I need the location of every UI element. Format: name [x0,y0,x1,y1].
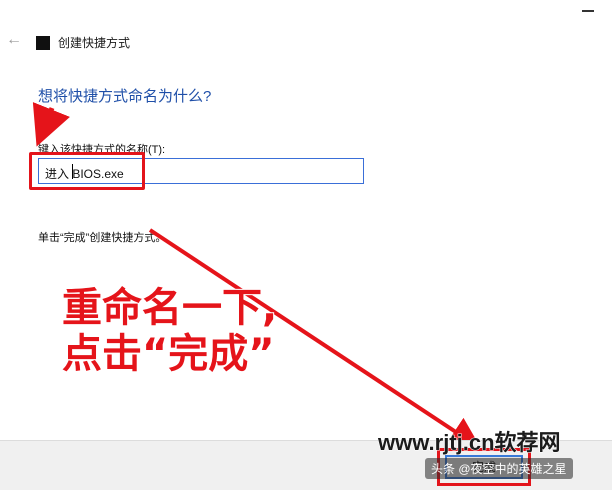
watermark-author: 头条 @夜空中的英雄之星 [425,458,573,479]
arrow-to-input [32,102,70,147]
annotation-line2: 点击“完成” [61,330,276,378]
shortcut-app-icon [36,36,50,50]
annotation-text: 重命名一下, 点击“完成” [61,284,278,378]
window-title: 创建快捷方式 [58,36,131,50]
finish-hint-text: 单击“完成”创建快捷方式。 [38,232,167,244]
top-edge [0,0,612,22]
back-arrow-icon[interactable]: ← [6,32,22,48]
annotation-box-input [29,152,145,190]
annotation-line1: 重命名一下, [61,284,278,332]
minimize-icon[interactable] [582,10,594,12]
page-heading: 想将快捷方式命名为什么? [38,88,212,105]
title-bar: ← 创建快捷方式 [0,22,612,66]
watermark-site: www.rjtj.cn软荐网 [378,430,562,456]
